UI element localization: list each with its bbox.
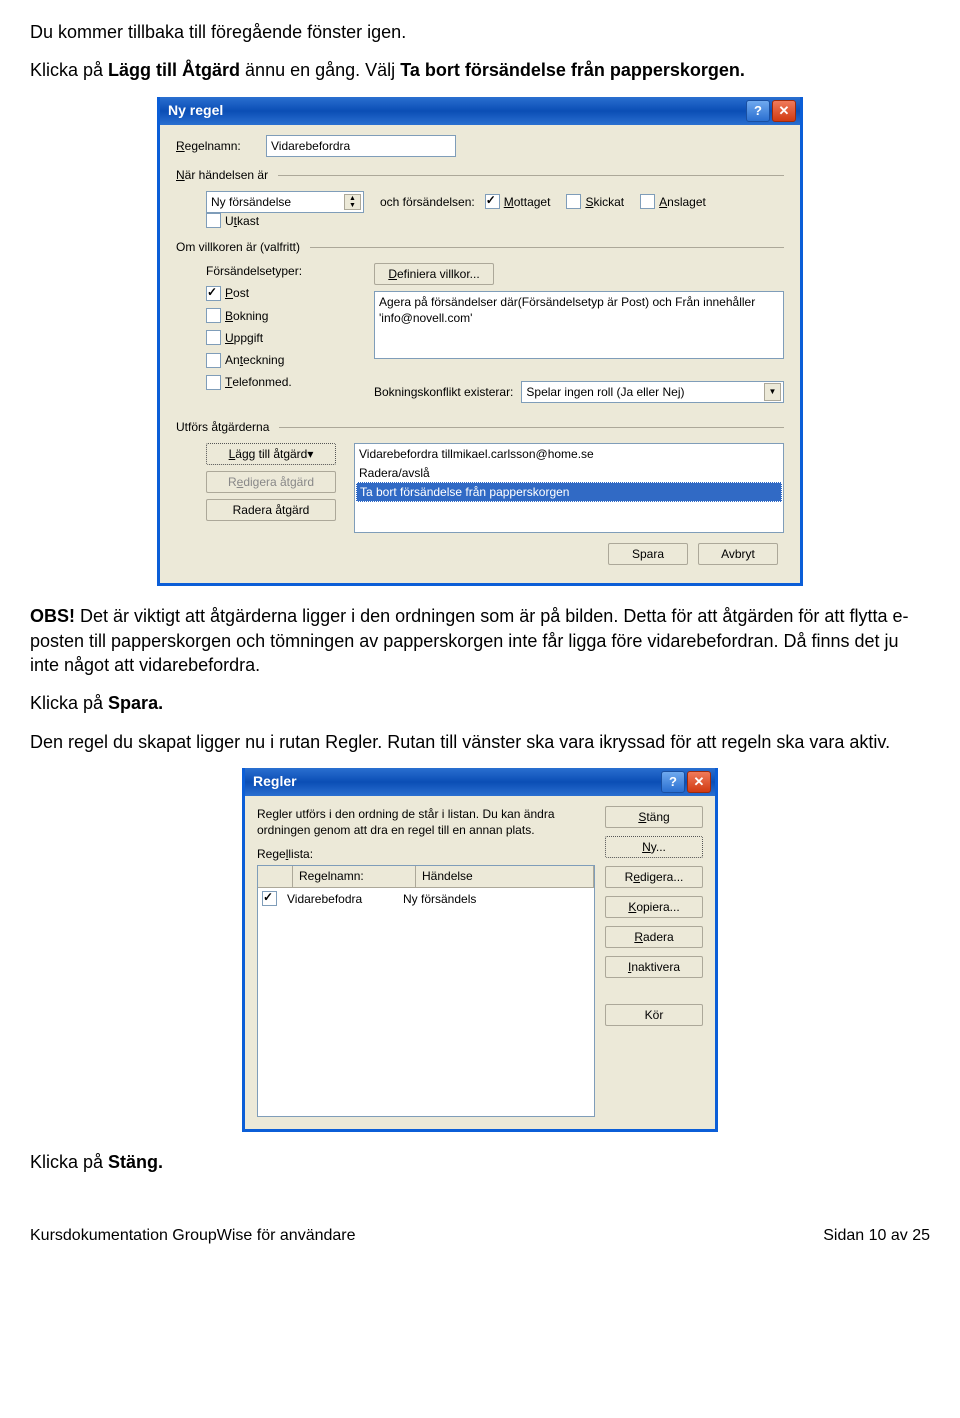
close-button[interactable]: ✕	[687, 771, 711, 793]
send-types-label: Försändelsetyper:	[206, 263, 356, 279]
page-footer: Kursdokumentation GroupWise för användar…	[30, 1225, 930, 1247]
rules-dialog: Regler ? ✕ Regler utförs i den ordning d…	[242, 768, 718, 1133]
deactivate-rule-button[interactable]: Inaktivera	[605, 956, 703, 978]
new-rule-dialog: Ny regel ? ✕ Regelnamn: När händelsen är…	[157, 97, 803, 587]
help-button[interactable]: ?	[746, 100, 770, 122]
posted-checkbox[interactable]: Anslaget	[640, 194, 706, 210]
sent-checkbox[interactable]: Skickat	[566, 194, 624, 210]
copy-rule-button[interactable]: Kopiera...	[605, 896, 703, 918]
rule-list-label: Regellista:	[257, 846, 595, 862]
type-phone-checkbox[interactable]: Telefonmed.	[206, 374, 340, 390]
close-rules-button[interactable]: Stäng	[605, 806, 703, 828]
type-post-checkbox[interactable]: Post	[206, 285, 340, 301]
chevron-down-icon: ▼	[764, 383, 781, 401]
rule-enabled-checkbox[interactable]	[262, 891, 277, 906]
close-button[interactable]: ✕	[772, 100, 796, 122]
rule-event-cell: Ny försändels	[397, 890, 482, 908]
booking-conflict-label: Bokningskonflikt existerar:	[374, 384, 513, 400]
spinner-icon: ▲▼	[344, 194, 361, 210]
received-checkbox[interactable]: Mottaget	[485, 194, 551, 210]
delete-rule-button[interactable]: Radera	[605, 926, 703, 948]
rule-name-label: Regelnamn:	[176, 138, 266, 154]
event-combo[interactable]: Ny försändelse ▲▼	[206, 191, 364, 213]
actions-listbox[interactable]: Vidarebefordra tillmikael.carlsson@home.…	[354, 443, 784, 533]
dialog-title: Regler	[253, 772, 659, 791]
paragraph: Du kommer tillbaka till föregående fönst…	[30, 20, 930, 44]
help-button[interactable]: ?	[661, 771, 685, 793]
paragraph: Klicka på Lägg till Åtgärd ännu en gång.…	[30, 58, 930, 82]
rules-table[interactable]: Regelnamn: Händelse Vidarebefodra Ny för…	[257, 865, 595, 1117]
run-rule-button[interactable]: Kör	[605, 1004, 703, 1026]
paragraph: OBS! Det är viktigt att åtgärderna ligge…	[30, 604, 930, 677]
new-rule-button[interactable]: Ny...	[605, 836, 703, 858]
footer-right: Sidan 10 av 25	[823, 1225, 930, 1247]
if-conditions-label: Om villkoren är (valfritt)	[176, 239, 300, 255]
conditions-textarea[interactable]: Agera på försändelser där(Försändelsetyp…	[374, 291, 784, 359]
list-item-selected[interactable]: Ta bort försändelse från papperskorgen	[356, 482, 782, 502]
type-booking-checkbox[interactable]: Bokning	[206, 308, 340, 324]
rules-description: Regler utförs i den ordning de står i li…	[257, 806, 595, 838]
dialog-title: Ny regel	[168, 101, 744, 120]
when-event-label: När händelsen är	[176, 167, 268, 183]
booking-conflict-combo[interactable]: Spelar ingen roll (Ja eller Nej) ▼	[521, 381, 784, 403]
titlebar: Regler ? ✕	[245, 768, 715, 796]
delete-action-button[interactable]: Radera åtgärd	[206, 499, 336, 521]
type-task-checkbox[interactable]: Uppgift	[206, 330, 340, 346]
rule-name-input[interactable]	[266, 135, 456, 157]
cancel-button[interactable]: Avbryt	[698, 543, 778, 565]
footer-left: Kursdokumentation GroupWise för användar…	[30, 1225, 356, 1247]
paragraph: Klicka på Spara.	[30, 691, 930, 715]
type-note-checkbox[interactable]: Anteckning	[206, 352, 340, 368]
rule-name-cell: Vidarebefodra	[281, 890, 397, 908]
draft-checkbox[interactable]: Utkast	[206, 213, 259, 229]
save-button[interactable]: Spara	[608, 543, 688, 565]
paragraph: Den regel du skapat ligger nu i rutan Re…	[30, 730, 930, 754]
table-row[interactable]: Vidarebefodra Ny försändels	[258, 888, 594, 910]
and-sending-label: och försändelsen:	[380, 194, 475, 210]
edit-rule-button[interactable]: Redigera...	[605, 866, 703, 888]
actions-label: Utförs åtgärderna	[176, 419, 269, 435]
define-conditions-button[interactable]: Definiera villkor...	[374, 263, 494, 285]
list-item[interactable]: Radera/avslå	[356, 464, 782, 482]
paragraph: Klicka på Stäng.	[30, 1150, 930, 1174]
add-action-button[interactable]: Lägg till åtgärd▾	[206, 443, 336, 465]
edit-action-button[interactable]: Redigera åtgärd	[206, 471, 336, 493]
table-header: Regelnamn: Händelse	[258, 866, 594, 887]
titlebar: Ny regel ? ✕	[160, 97, 800, 125]
list-item[interactable]: Vidarebefordra tillmikael.carlsson@home.…	[356, 445, 782, 463]
